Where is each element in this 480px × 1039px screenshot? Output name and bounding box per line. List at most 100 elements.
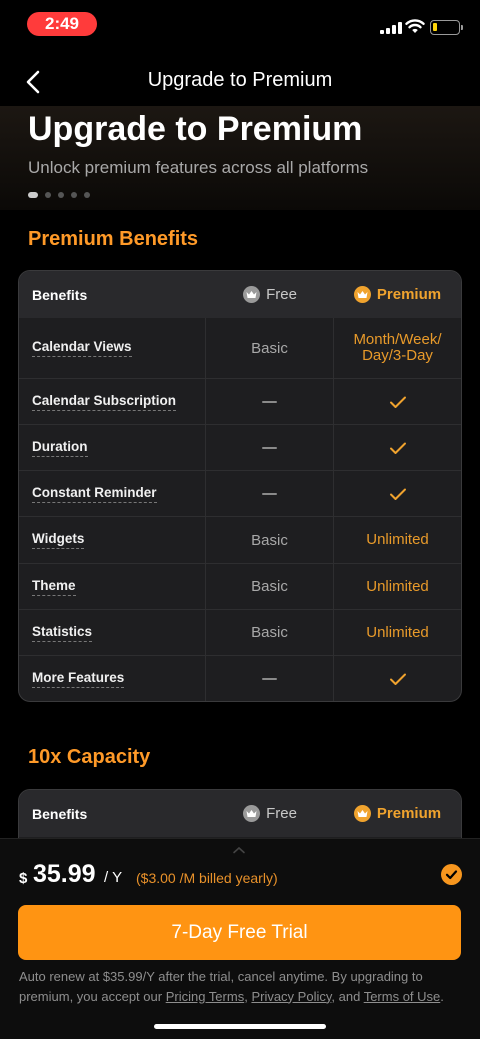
table-row: Duration	[19, 424, 461, 470]
benefits-table: Benefits Free Premium Calendar Views Basi…	[18, 270, 462, 702]
table-row: Calendar Subscription	[19, 378, 461, 424]
free-value: Basic	[206, 318, 334, 378]
checkmark-circle-icon[interactable]	[441, 864, 462, 885]
check-icon	[389, 673, 406, 685]
check-icon	[389, 488, 406, 500]
premium-value-text: Unlimited	[366, 531, 429, 548]
page-dot[interactable]	[45, 192, 51, 198]
status-bar: 2:49	[0, 0, 480, 50]
legal-text: Auto renew at $35.99/Y after the trial, …	[19, 967, 459, 1006]
premium-value-text: Unlimited	[366, 623, 429, 641]
benefit-label[interactable]: Calendar Views	[32, 339, 132, 357]
benefit-cell: More Features	[19, 656, 206, 701]
premium-value	[334, 656, 461, 701]
table-row: More Features	[19, 655, 461, 701]
header-free: Free	[206, 271, 334, 318]
price-currency: $	[19, 870, 28, 887]
header-free: Free	[206, 790, 334, 837]
check-icon	[389, 396, 406, 408]
check-icon	[389, 442, 406, 454]
free-value: Basic	[206, 517, 334, 563]
section-title-premium-benefits: Premium Benefits	[28, 228, 199, 250]
crown-icon	[353, 286, 371, 303]
price-monthly-note: ($3.00 /M billed yearly)	[136, 870, 278, 886]
free-value	[206, 379, 334, 424]
price-amount: 35.99	[33, 860, 96, 888]
chevron-up-icon[interactable]	[232, 846, 246, 854]
signal-icon	[380, 22, 402, 34]
premium-value: Month/Week/ Day/3-Day	[334, 318, 461, 378]
benefit-cell: Calendar Subscription	[19, 379, 206, 424]
free-trial-button[interactable]: 7-Day Free Trial	[18, 905, 461, 960]
crown-icon	[243, 286, 261, 303]
benefit-cell: Theme	[19, 564, 206, 609]
hero-title: Upgrade to Premium	[28, 110, 363, 148]
legal-period: .	[440, 988, 444, 1004]
benefit-cell: Constant Reminder	[19, 471, 206, 516]
table-row: Theme Basic Unlimited	[19, 563, 461, 609]
benefit-cell: Widgets	[19, 517, 206, 563]
premium-value	[334, 471, 461, 516]
header-free-label: Free	[266, 286, 297, 303]
benefit-label[interactable]: Duration	[32, 439, 88, 457]
benefit-label[interactable]: Statistics	[32, 624, 93, 642]
premium-value: Unlimited	[334, 610, 461, 655]
price-period: / Y	[104, 869, 123, 886]
page-dot[interactable]	[84, 192, 90, 198]
header-benefits: Benefits	[32, 805, 88, 822]
privacy-policy-link[interactable]: Privacy Policy	[251, 989, 331, 1004]
benefit-label[interactable]: Constant Reminder	[32, 485, 157, 503]
battery-icon	[430, 20, 463, 35]
nav-title: Upgrade to Premium	[147, 69, 333, 91]
page-indicator[interactable]	[28, 192, 90, 198]
table-row: Widgets Basic Unlimited	[19, 516, 461, 563]
dash-icon	[262, 492, 277, 495]
free-value: Basic	[206, 564, 334, 609]
dash-icon	[262, 446, 277, 449]
benefit-label[interactable]: Theme	[32, 578, 76, 596]
free-value	[206, 471, 334, 516]
nav-bar: Upgrade to Premium	[0, 56, 480, 108]
section-title-capacity: 10x Capacity	[28, 746, 151, 768]
premium-value-text: Unlimited	[366, 577, 429, 595]
premium-value	[334, 425, 461, 470]
table-header: Benefits Free Premium	[19, 790, 461, 837]
benefit-cell: Calendar Views	[19, 318, 206, 378]
premium-value: Unlimited	[334, 564, 461, 609]
benefit-label[interactable]: Calendar Subscription	[32, 393, 177, 411]
header-free-label: Free	[266, 805, 297, 822]
benefit-cell: Duration	[19, 425, 206, 470]
page-dot[interactable]	[58, 192, 64, 198]
free-value	[206, 656, 334, 701]
status-time: 2:49	[27, 12, 97, 36]
header-premium: Premium	[334, 271, 461, 318]
pricing-terms-link[interactable]: Pricing Terms	[166, 989, 245, 1004]
benefit-cell: Statistics	[19, 610, 206, 655]
table-header: Benefits Free Premium	[19, 271, 461, 318]
table-row: Calendar Views Basic Month/Week/ Day/3-Day	[19, 318, 461, 378]
benefit-label[interactable]: Widgets	[32, 531, 85, 549]
page-dot[interactable]	[71, 192, 77, 198]
free-value: Basic	[206, 610, 334, 655]
dash-icon	[262, 400, 277, 403]
header-premium: Premium	[334, 790, 461, 837]
wifi-icon	[405, 19, 425, 33]
crown-icon	[243, 805, 261, 822]
page-dot[interactable]	[28, 192, 38, 198]
header-benefits: Benefits	[32, 286, 88, 303]
premium-value-text: Month/Week/ Day/3-Day	[353, 331, 442, 364]
header-premium-label: Premium	[376, 805, 442, 822]
crown-icon	[353, 805, 371, 822]
terms-of-use-link[interactable]: Terms of Use	[364, 989, 441, 1004]
free-value	[206, 425, 334, 470]
dash-icon	[262, 678, 277, 680]
header-premium-label: Premium	[376, 286, 442, 303]
premium-value: Unlimited	[334, 517, 461, 563]
premium-value	[334, 379, 461, 424]
hero-subtitle: Unlock premium features across all platf…	[28, 158, 369, 177]
legal-separator: , and	[331, 988, 364, 1004]
table-row: Constant Reminder	[19, 470, 461, 516]
benefit-label[interactable]: More Features	[32, 670, 125, 688]
table-row: Statistics Basic Unlimited	[19, 609, 461, 655]
home-indicator[interactable]	[154, 1024, 326, 1029]
